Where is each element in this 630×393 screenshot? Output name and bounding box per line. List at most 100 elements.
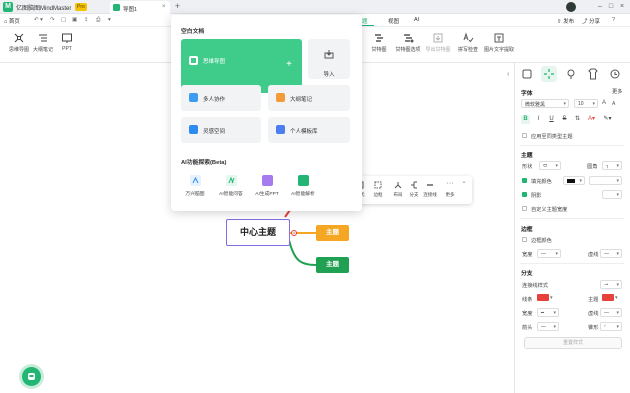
import-card[interactable]: 导入 [308, 39, 350, 79]
ctx-branch-button[interactable]: 分支 [406, 181, 422, 198]
highlight-icon[interactable]: ✎▾ [603, 115, 612, 124]
strikethrough-icon[interactable]: S [560, 115, 569, 124]
tab-page-format[interactable] [519, 66, 535, 82]
ribbon-ocr-button[interactable]: 图片文字提取 [484, 32, 514, 58]
menu-item-view[interactable]: 视图 [388, 17, 399, 25]
text-case-icon[interactable]: ⇅ [573, 115, 582, 124]
clock-icon [610, 69, 620, 79]
branch-topic-color-swatch[interactable] [602, 294, 614, 301]
font-size-select[interactable]: 10 ▾ [574, 99, 598, 108]
menu-home[interactable]: ⌂ 首页 [4, 17, 20, 25]
redo-icon[interactable]: ↷ [50, 17, 55, 23]
underline-icon[interactable]: U [547, 115, 556, 124]
branch-line-color-swatch[interactable] [537, 294, 549, 301]
font-more-link[interactable]: 更多 [612, 88, 622, 95]
connector-style-select[interactable]: ⊸ ▾ [600, 280, 622, 289]
central-topic[interactable]: 中心主题 [226, 219, 290, 246]
shadow-checkbox[interactable] [522, 192, 527, 197]
mindmap-card-icon [189, 56, 198, 65]
ctx-border-button[interactable]: 边框 [370, 181, 386, 198]
corner-select[interactable]: ╮ ▾ [602, 161, 622, 170]
inspiration-card[interactable]: 灵感空间 [181, 117, 261, 143]
border-width-select[interactable]: — ▾ [537, 249, 561, 258]
new-tab-button[interactable]: + [173, 2, 182, 11]
reset-style-button[interactable]: 重置样式 [524, 337, 622, 349]
menu-item-ai[interactable]: AI [414, 17, 419, 23]
tab-document[interactable]: 导图1 × [110, 1, 170, 14]
shape-select[interactable]: ⬭ ▾ [539, 161, 561, 170]
ctx-connector-button[interactable]: 连接线 [422, 181, 438, 198]
branch-dash-select[interactable]: — ▾ [600, 308, 622, 317]
branch-width-select[interactable]: ━ ▾ [537, 308, 559, 317]
custom-width-checkbox[interactable] [522, 206, 527, 211]
border-dash-select[interactable]: — ▾ [600, 249, 622, 258]
tab-style[interactable] [541, 66, 557, 82]
ribbon-spellcheck-button[interactable]: 拼写检查 [455, 32, 481, 58]
ctx-layout-button[interactable]: 布局 [390, 181, 406, 198]
app-logo-icon: M [3, 2, 13, 12]
ai-generate-ppt[interactable]: AI生成PPT [249, 175, 285, 197]
branch-arrow-select[interactable]: — ▾ [537, 322, 559, 331]
subtopic-orange[interactable]: 主题 [316, 225, 349, 241]
close-window-icon[interactable]: × [617, 2, 627, 12]
font-shrink-icon[interactable]: A [612, 101, 615, 107]
templates-card[interactable]: 个人模板库 [268, 117, 350, 143]
ribbon-export-gantt-button[interactable]: 导出甘特图 [424, 32, 452, 58]
tab-marker[interactable] [563, 66, 579, 82]
italic-icon[interactable]: I [534, 115, 543, 124]
window-controls: – □ × [594, 2, 627, 12]
outline-icon [37, 32, 49, 44]
outline-note-card[interactable]: 大纲笔记 [268, 85, 350, 111]
home-icon: ⌂ [4, 19, 8, 25]
share-label: 分享 [589, 19, 601, 25]
publish-button[interactable]: ⇧ 发布 [557, 17, 574, 25]
ai-wanxing-mindmap[interactable]: 万兴脑图 [177, 175, 213, 197]
ai-qa[interactable]: AI智能问答 [213, 175, 249, 197]
subtopic-green[interactable]: 主题 [316, 257, 349, 273]
bold-icon[interactable]: B [521, 115, 530, 124]
export-icon[interactable]: ⇪ [84, 17, 89, 23]
menu-item-tools[interactable]: 题 [362, 17, 368, 25]
minimize-icon[interactable]: – [595, 2, 605, 12]
branch-taper-select[interactable]: ◜ ▾ [600, 322, 622, 331]
share-icon: ⤴ [582, 19, 588, 25]
chevron-down-icon[interactable]: ▾ [615, 295, 618, 301]
font-size-value: 10 [578, 101, 584, 107]
border-color-checkbox[interactable] [522, 237, 527, 242]
font-color-icon[interactable]: A▾ [587, 115, 596, 124]
apply-same-level-checkbox[interactable] [522, 133, 527, 138]
font-grow-icon[interactable]: A [602, 100, 606, 106]
help-icon[interactable]: ? [612, 17, 615, 23]
ribbon-gantt-options-button[interactable]: 甘特图选项 [393, 32, 423, 58]
share-button[interactable]: ⤴ 分享 [582, 17, 600, 25]
ribbon-gantt-button[interactable]: 甘特图 [366, 32, 392, 58]
ai-analyze[interactable]: AI智能解析 [285, 175, 321, 197]
maximize-icon[interactable]: □ [606, 2, 616, 12]
print-icon[interactable]: ⎙ [96, 17, 100, 24]
avatar[interactable] [566, 2, 576, 12]
fill-color-checkbox[interactable] [522, 178, 527, 183]
ribbon-outline-button[interactable]: 大纲笔记 [31, 32, 55, 58]
ribbon-ppt-button[interactable]: PPT [55, 32, 79, 58]
open-icon[interactable]: ▢ [61, 17, 66, 23]
ctx-collapse-icon[interactable]: ⌃ [459, 181, 469, 188]
chevron-down-icon: ▾ [579, 178, 582, 184]
tab-theme[interactable] [585, 66, 601, 82]
more-icon[interactable]: ▾ [108, 17, 111, 23]
close-tab-icon[interactable]: × [162, 4, 166, 10]
chevron-down-icon[interactable]: ▾ [550, 295, 553, 301]
floating-assistant-button[interactable] [22, 367, 41, 386]
fill-gradient-select[interactable]: ▾ [589, 176, 622, 185]
ctx-more-button[interactable]: ··· 更多 [442, 180, 458, 198]
ribbon-mindmap-button[interactable]: 思维导图 [7, 32, 31, 58]
new-mindmap-label: 思维导图 [203, 59, 226, 65]
tab-history[interactable] [607, 66, 623, 82]
templates-label: 个人模板库 [290, 129, 318, 135]
collab-card[interactable]: 多人协作 [181, 85, 261, 111]
fill-color-picker[interactable]: ▾ [563, 176, 585, 185]
font-family-select[interactable]: 微软雅黑 ▾ [521, 99, 569, 108]
save-icon[interactable]: ▣ [72, 17, 77, 23]
undo-icon[interactable]: ↶ ▾ [34, 17, 43, 23]
chevron-down-icon: ▾ [553, 310, 556, 316]
shadow-select[interactable]: ▾ [602, 190, 622, 199]
